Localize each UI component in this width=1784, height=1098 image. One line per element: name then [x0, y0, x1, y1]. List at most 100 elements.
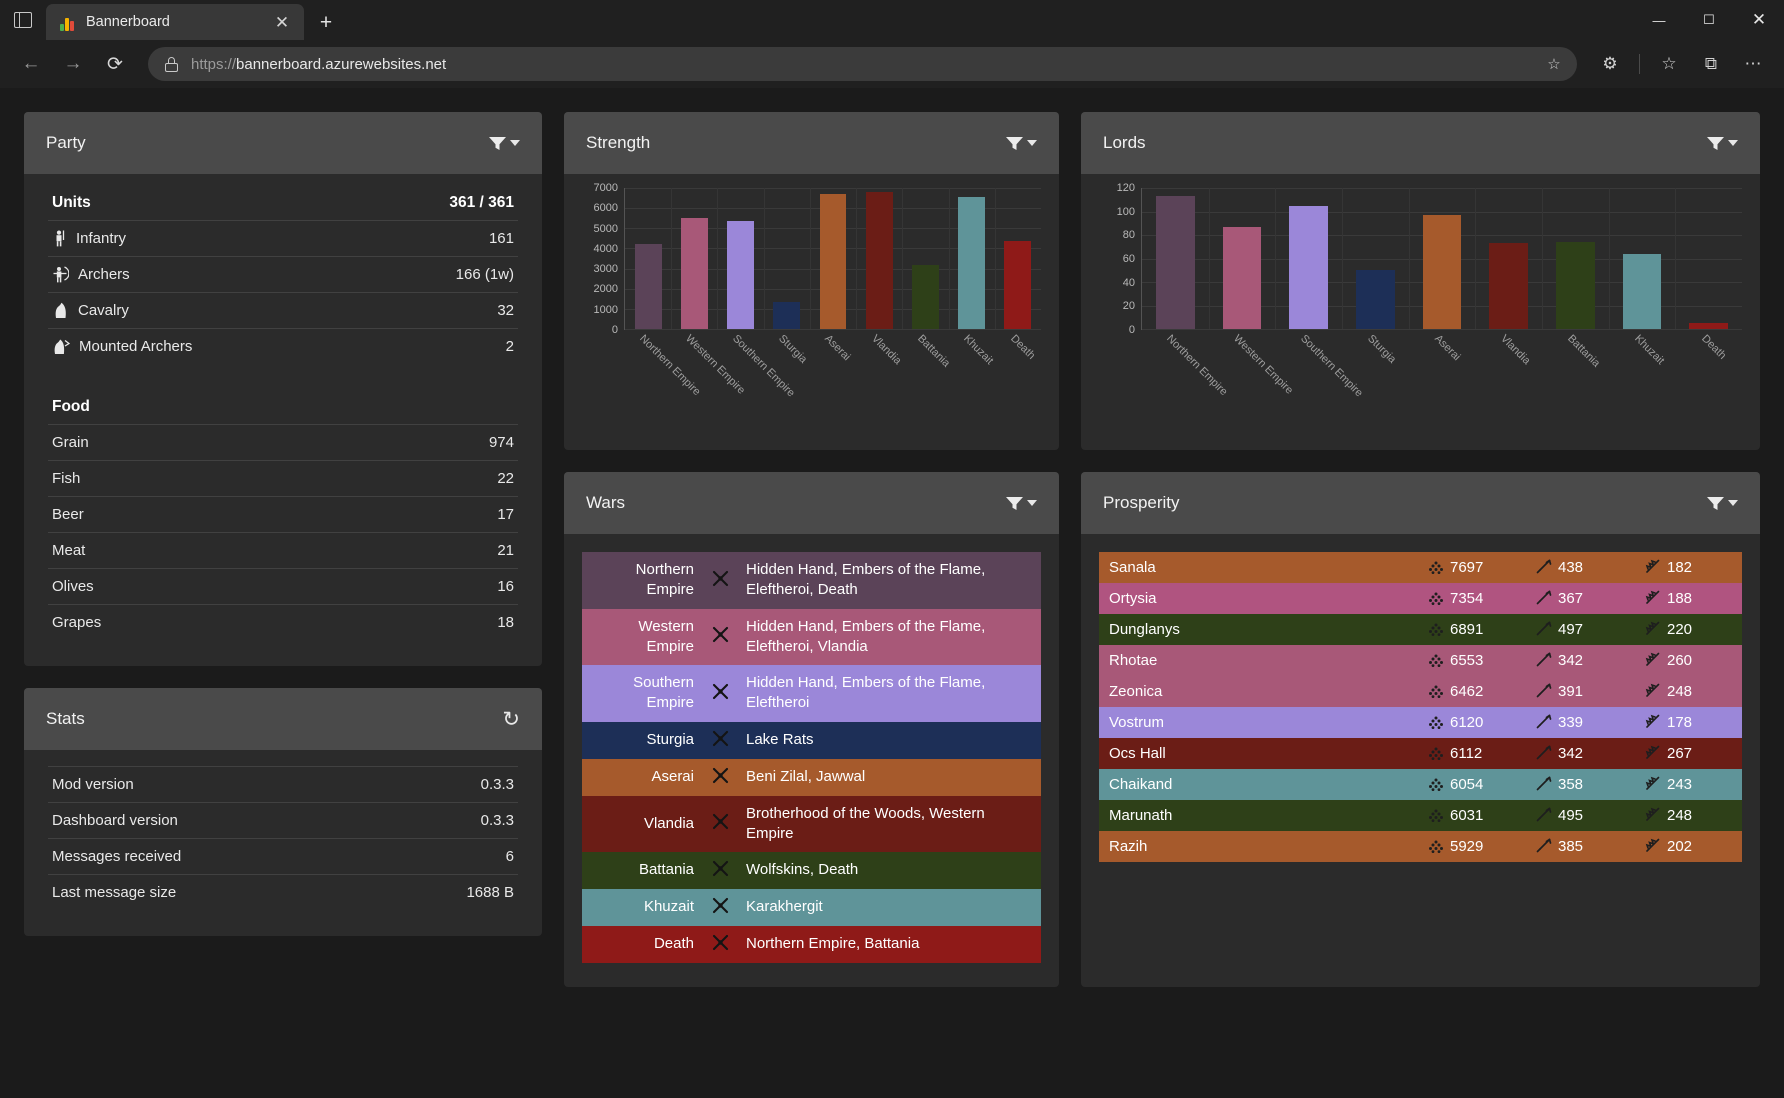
stat-label: Last message size: [52, 884, 177, 901]
refresh-icon[interactable]: ↻: [502, 709, 520, 730]
bar[interactable]: [1622, 253, 1662, 329]
bar[interactable]: [912, 264, 939, 329]
table-row[interactable]: Western Empire Hidden Hand, Embers of the…: [582, 608, 1041, 665]
table-row[interactable]: Southern Empire Hidden Hand, Embers of th…: [582, 665, 1041, 722]
settlement-prosperity: 6553: [1418, 645, 1526, 676]
forward-icon[interactable]: →: [54, 47, 92, 81]
table-row[interactable]: Zeonica 6462 391 248: [1099, 676, 1742, 707]
war-enemies: Wolfskins, Death: [746, 861, 859, 879]
table-row[interactable]: Chaikand 6054 358 243: [1099, 769, 1742, 800]
address-bar[interactable]: https://bannerboard.azurewebsites.net ☆: [148, 47, 1577, 81]
filter-button-party[interactable]: [489, 136, 520, 151]
table-row[interactable]: Marunath 6031 495 248: [1099, 800, 1742, 831]
crossed-swords-icon: [704, 889, 736, 926]
tab-list-icon[interactable]: [0, 0, 46, 40]
table-row[interactable]: Dunglanys 6891 497 220: [1099, 614, 1742, 645]
tab-title: Bannerboard: [86, 14, 170, 30]
settlement-production: 438: [1526, 552, 1634, 583]
collections-icon[interactable]: ⧉: [1692, 47, 1730, 81]
party-food-list: Grain 974 Fish 22 Beer 17 Meat 21 Olives 16 Grapes…: [48, 424, 518, 640]
bar[interactable]: [1422, 215, 1462, 329]
more-options-icon[interactable]: ⋯: [1734, 47, 1772, 81]
settlement-food: 178: [1634, 707, 1742, 738]
table-row[interactable]: Northern Empire Hidden Hand, Embers of th…: [582, 552, 1041, 609]
url-text: https://bannerboard.azurewebsites.net: [191, 56, 1527, 73]
card-header-lords: Lords: [1081, 112, 1760, 174]
wars-table: Northern Empire Hidden Hand, Embers of th…: [582, 552, 1041, 963]
maximize-icon[interactable]: ☐: [1684, 0, 1734, 40]
card-lords: Lords 0 20 40 60 80 100 120 Northern Empire Wes…: [1081, 112, 1760, 450]
stats-row: Dashboard version 0.3.3: [48, 802, 518, 838]
bar[interactable]: [773, 301, 801, 329]
chevron-down-icon: [1027, 500, 1037, 506]
x-tick-label: Aserai: [822, 332, 854, 364]
bar[interactable]: [1222, 226, 1262, 329]
browser-tab-bannerboard[interactable]: Bannerboard ✕: [46, 4, 304, 40]
table-row[interactable]: Vostrum 6120 339 178: [1099, 707, 1742, 738]
bar[interactable]: [680, 217, 708, 329]
table-row[interactable]: Khuzait Karakhergit: [582, 889, 1041, 926]
party-food-row: Grain 974: [48, 424, 518, 460]
crossed-swords-icon: [712, 860, 728, 877]
window-close-icon[interactable]: ✕: [1734, 0, 1784, 40]
food-label: Grapes: [52, 614, 102, 631]
extensions-icon[interactable]: ⚙: [1591, 47, 1629, 81]
crossed-swords-icon: [712, 730, 728, 746]
filter-button-strength[interactable]: [1006, 136, 1037, 151]
bar[interactable]: [1556, 242, 1595, 329]
x-tick-label: Death: [1698, 332, 1728, 362]
table-row[interactable]: Ortysia 7354 367 188: [1099, 583, 1742, 614]
wheat-icon: [1645, 683, 1660, 697]
table-row[interactable]: Battania Wolfskins, Death: [582, 852, 1041, 889]
bar[interactable]: [1489, 243, 1529, 329]
x-tick-slot: Western Empire: [670, 330, 748, 418]
table-row[interactable]: Vlandia Brotherhood of the Woods, Western…: [582, 795, 1041, 853]
table-row[interactable]: Sanala 7697 438 182: [1099, 552, 1742, 583]
new-tab-button[interactable]: +: [312, 8, 340, 36]
x-tick-slot: Northern Empire: [624, 330, 703, 418]
back-icon[interactable]: ←: [12, 47, 50, 81]
reload-icon[interactable]: ⟳: [96, 47, 134, 81]
window-controls: — ☐ ✕: [1634, 0, 1784, 40]
filter-button-lords[interactable]: [1707, 136, 1738, 151]
bar[interactable]: [634, 243, 662, 329]
settlement-name: Dunglanys: [1109, 621, 1180, 638]
filter-icon: [1707, 496, 1724, 510]
settlement-production: 358: [1526, 769, 1634, 800]
stat-label: Dashboard version: [52, 812, 178, 829]
bar[interactable]: [1689, 323, 1729, 329]
bar[interactable]: [1356, 270, 1395, 329]
food-label: Olives: [52, 578, 94, 595]
unit-label: Mounted Archers: [79, 338, 193, 355]
crossed-swords-icon: [704, 796, 736, 853]
hammer-icon: [1536, 559, 1552, 574]
table-row[interactable]: Death Northern Empire, Battania: [582, 926, 1041, 963]
filter-button-prosperity[interactable]: [1707, 496, 1738, 511]
bar[interactable]: [819, 194, 847, 329]
food-label: Fish: [52, 470, 81, 487]
party-unit-row: Cavalry 32: [48, 292, 518, 328]
bar[interactable]: [727, 221, 754, 329]
table-row[interactable]: Rhotae 6553 342 260: [1099, 645, 1742, 676]
war-faction: Sturgia: [646, 730, 694, 748]
card-body-strength: 0 1000 2000 3000 4000 5000 6000 7000 Northern E…: [564, 174, 1059, 450]
filter-button-wars[interactable]: [1006, 496, 1037, 511]
bar[interactable]: [1156, 196, 1195, 329]
bar-slot: [764, 188, 810, 329]
bar[interactable]: [1289, 205, 1328, 329]
add-favorite-icon[interactable]: ☆: [1539, 50, 1569, 78]
table-row[interactable]: Aserai Beni Zilal, Jawwal: [582, 758, 1041, 796]
cavalry-icon: [52, 302, 69, 319]
favorites-icon[interactable]: ☆: [1650, 47, 1688, 81]
table-row[interactable]: Sturgia Lake Rats: [582, 721, 1041, 759]
bar[interactable]: [865, 192, 893, 329]
bar[interactable]: [958, 197, 986, 329]
settlement-prosperity: 5929: [1418, 831, 1526, 862]
bar-slot: [1342, 188, 1409, 329]
table-row[interactable]: Ocs Hall 6112 342 267: [1099, 738, 1742, 769]
table-row[interactable]: Razih 5929 385 202: [1099, 831, 1742, 862]
bar[interactable]: [1004, 241, 1032, 329]
bar-slot: [949, 188, 995, 329]
close-icon[interactable]: ✕: [268, 8, 296, 36]
minimize-icon[interactable]: —: [1634, 0, 1684, 40]
